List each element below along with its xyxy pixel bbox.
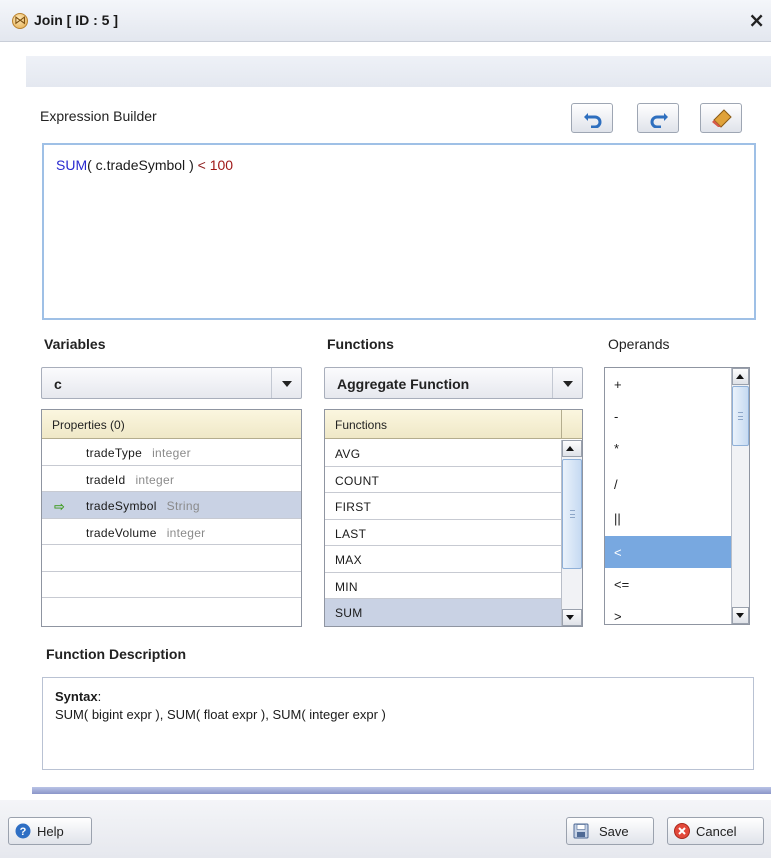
svg-text:?: ?: [20, 826, 27, 838]
functions-grid: Functions AVG COUNT FIRST LAST MAX MIN S…: [324, 409, 583, 627]
variables-select[interactable]: c: [41, 367, 302, 399]
functions-select-value: Aggregate Function: [337, 376, 470, 392]
operands-label: Operands: [608, 336, 670, 352]
list-item[interactable]: +: [605, 368, 732, 400]
functions-scrollbar[interactable]: [561, 440, 582, 626]
undo-button[interactable]: [571, 103, 613, 133]
syntax-label: Syntax: [55, 689, 98, 704]
table-row: [42, 545, 301, 572]
eraser-icon: [712, 109, 732, 128]
syntax-text: SUM( bigint expr ), SUM( float expr ), S…: [55, 707, 386, 722]
functions-label: Functions: [327, 336, 394, 352]
expression-builder-label: Expression Builder: [40, 108, 157, 124]
variables-label: Variables: [44, 336, 106, 352]
property-name: tradeVolume: [86, 525, 157, 540]
property-name: tradeId: [86, 472, 126, 487]
scroll-thumb[interactable]: [562, 459, 582, 569]
table-row: [42, 598, 301, 625]
list-item[interactable]: *: [605, 432, 732, 464]
list-item[interactable]: <: [605, 536, 732, 568]
list-item[interactable]: MAX: [325, 546, 562, 573]
property-name: tradeSymbol: [86, 499, 157, 513]
list-item[interactable]: >: [605, 600, 732, 624]
title-bar: Join [ ID : 5 ] ×: [0, 0, 771, 42]
join-icon: [12, 13, 28, 29]
functions-header: Functions: [325, 410, 582, 439]
table-row[interactable]: tradeType integer: [42, 439, 301, 466]
list-item[interactable]: SUM: [325, 599, 562, 626]
operands-scrollbar[interactable]: [731, 368, 749, 624]
scroll-thumb[interactable]: [732, 386, 749, 446]
save-button[interactable]: Save: [566, 817, 654, 845]
list-item[interactable]: AVG: [325, 440, 562, 467]
table-row[interactable]: tradeId integer: [42, 466, 301, 492]
expr-value: 100: [209, 157, 234, 173]
help-button[interactable]: ? Help: [8, 817, 92, 845]
list-item[interactable]: ||: [605, 502, 732, 534]
toolbar-strip: [26, 56, 771, 88]
expr-argument: c.tradeSymbol: [91, 157, 190, 173]
list-item[interactable]: <=: [605, 568, 732, 600]
expression-editor[interactable]: SUM( c.tradeSymbol ) < 100: [42, 143, 756, 320]
list-item[interactable]: MIN: [325, 573, 562, 599]
help-icon: ?: [15, 823, 31, 839]
redo-icon: [650, 113, 668, 128]
functions-list: AVG COUNT FIRST LAST MAX MIN SUM: [325, 440, 562, 626]
expr-operator: <: [193, 157, 210, 173]
properties-grid: Properties (0) tradeType integer tradeId i…: [41, 409, 302, 627]
clear-button[interactable]: [700, 103, 742, 133]
redo-button[interactable]: [637, 103, 679, 133]
list-item[interactable]: COUNT: [325, 467, 562, 493]
footer: [0, 800, 771, 858]
chevron-down-icon[interactable]: [552, 368, 582, 398]
save-label: Save: [599, 824, 629, 839]
list-item[interactable]: -: [605, 400, 732, 432]
variables-select-value: c: [54, 376, 62, 392]
property-type: integer: [135, 472, 175, 487]
cancel-button[interactable]: Cancel: [667, 817, 764, 845]
property-name: tradeType: [86, 446, 143, 460]
syntax-colon: :: [97, 689, 102, 704]
properties-header: Properties (0): [42, 410, 301, 439]
help-label: Help: [37, 824, 64, 839]
close-icon[interactable]: ×: [748, 8, 765, 32]
scroll-down-icon[interactable]: [562, 609, 582, 626]
window-title: Join [ ID : 5 ]: [34, 12, 118, 28]
property-type: integer: [152, 446, 191, 460]
table-row: [42, 572, 301, 598]
scroll-down-icon[interactable]: [732, 607, 749, 624]
list-item[interactable]: FIRST: [325, 493, 562, 520]
header-corner: [561, 410, 582, 439]
arrow-right-icon: ⇨: [54, 499, 66, 514]
table-row[interactable]: tradeVolume integer: [42, 519, 301, 545]
list-item[interactable]: /: [605, 468, 732, 500]
property-type: integer: [166, 525, 206, 540]
function-description-label: Function Description: [46, 646, 186, 662]
expr-function: SUM: [56, 157, 88, 173]
divider: [32, 787, 771, 794]
table-row[interactable]: ⇨ tradeSymbol String: [42, 492, 301, 519]
property-type: String: [166, 499, 200, 513]
cancel-label: Cancel: [696, 824, 737, 839]
operands-list: + - * / || < <= >: [604, 367, 750, 625]
functions-select[interactable]: Aggregate Function: [324, 367, 583, 399]
cancel-icon: [674, 823, 690, 839]
save-icon: [573, 823, 589, 839]
function-description-box: Syntax: SUM( bigint expr ), SUM( float e…: [42, 677, 754, 770]
scroll-up-icon[interactable]: [562, 440, 582, 457]
scroll-up-icon[interactable]: [732, 368, 749, 385]
list-item[interactable]: LAST: [325, 520, 562, 546]
chevron-down-icon[interactable]: [271, 368, 301, 398]
undo-icon: [584, 113, 602, 128]
